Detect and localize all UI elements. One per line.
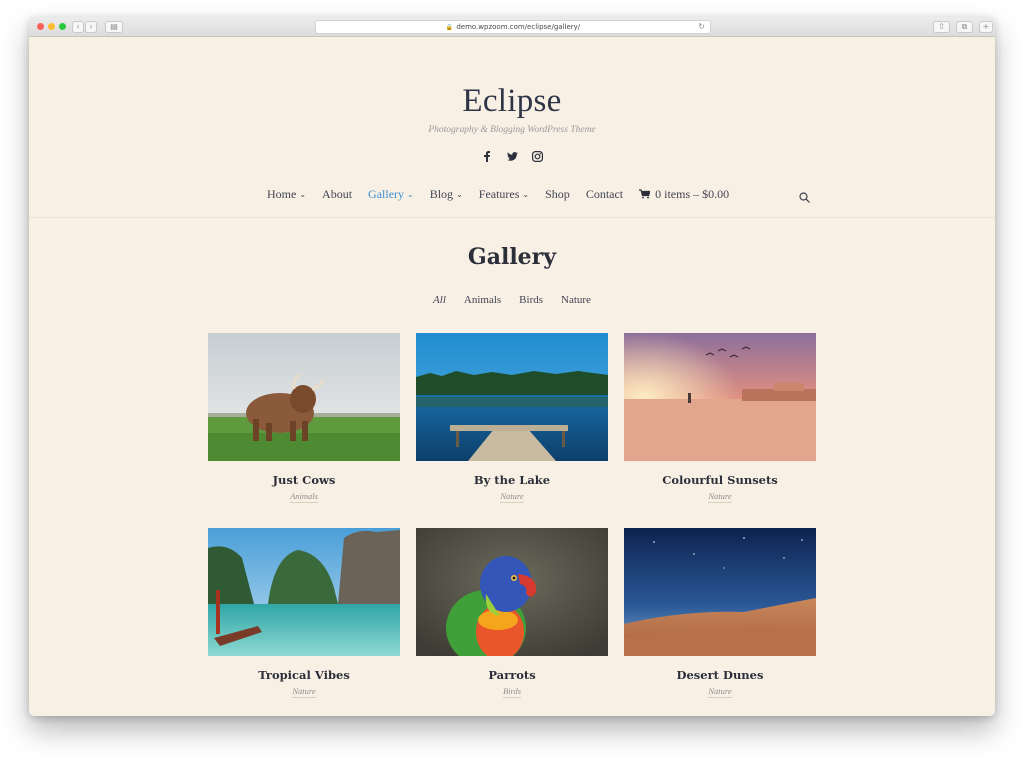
- browser-toolbar: ‹ › ▤ 🔒 demo.wpzoom.com/eclipse/gallery/…: [29, 17, 995, 37]
- category-link[interactable]: Nature: [708, 686, 732, 698]
- gallery-item-parrots[interactable]: Parrots Birds: [416, 528, 608, 698]
- gallery-item-title[interactable]: Tropical Vibes: [208, 668, 400, 682]
- gallery-thumbnail[interactable]: [208, 528, 400, 656]
- address-bar-url: demo.wpzoom.com/eclipse/gallery/: [456, 23, 581, 31]
- nav-item-label: Features: [478, 186, 520, 201]
- twitter-icon[interactable]: [506, 150, 518, 162]
- nav-item-blog[interactable]: Blog ⌄: [430, 187, 463, 202]
- close-window-button[interactable]: [37, 23, 44, 30]
- gallery-item-category[interactable]: Animals: [208, 491, 400, 503]
- search-icon[interactable]: [799, 188, 810, 203]
- main-nav: Home ⌄ About Gallery ⌄ Blog ⌄ Features ⌄ Sho…: [267, 186, 745, 202]
- filter-nature[interactable]: Nature: [561, 294, 591, 306]
- reload-icon[interactable]: ↻: [698, 22, 705, 31]
- gallery-thumbnail[interactable]: [624, 528, 816, 656]
- nav-item-features[interactable]: Features ⌄: [479, 187, 529, 202]
- gallery-item-category[interactable]: Nature: [624, 686, 816, 698]
- gallery-thumbnail[interactable]: [416, 528, 608, 656]
- chevron-down-icon: ⌄: [299, 189, 307, 199]
- gallery-item-category[interactable]: Nature: [624, 491, 816, 503]
- nav-item-label: Shop: [545, 186, 570, 201]
- nav-item-shop[interactable]: Shop: [545, 187, 570, 202]
- new-tab-button[interactable]: +: [979, 21, 993, 33]
- gallery-thumbnail[interactable]: [416, 333, 608, 461]
- category-link[interactable]: Animals: [290, 491, 318, 503]
- lock-icon: 🔒: [445, 23, 454, 31]
- gallery-item-title[interactable]: Parrots: [416, 668, 608, 682]
- gallery-item-just-cows[interactable]: Just Cows Animals: [208, 333, 400, 503]
- nav-item-label: Contact: [585, 186, 624, 201]
- filter-birds[interactable]: Birds: [519, 294, 543, 306]
- nav-item-label: Home: [267, 186, 297, 201]
- gallery-thumbnail[interactable]: [624, 333, 816, 461]
- gallery-item-category[interactable]: Nature: [208, 686, 400, 698]
- nav-item-home[interactable]: Home ⌄: [267, 187, 306, 202]
- chevron-down-icon: ⌄: [456, 189, 463, 199]
- tabs-overview-icon[interactable]: ⧉: [956, 21, 973, 33]
- sidebar-toggle-icon[interactable]: ▤: [105, 21, 123, 33]
- gallery-item-tropical-vibes[interactable]: Tropical Vibes Nature: [208, 528, 400, 698]
- chevron-down-icon: ⌄: [522, 189, 530, 199]
- instagram-icon[interactable]: [531, 150, 543, 162]
- chevron-down-icon: ⌄: [407, 189, 414, 199]
- filter-animals[interactable]: Animals: [464, 294, 501, 306]
- forward-button[interactable]: ›: [85, 21, 97, 33]
- gallery-item-title[interactable]: Desert Dunes: [624, 668, 816, 682]
- cart-link[interactable]: 0 items – $0.00: [639, 187, 729, 202]
- gallery-item-title[interactable]: By the Lake: [416, 473, 608, 487]
- gallery-item-category[interactable]: Birds: [416, 686, 608, 698]
- gallery-item-colourful-sunsets[interactable]: Colourful Sunsets Nature: [624, 333, 816, 503]
- share-icon[interactable]: ⇧: [933, 21, 950, 33]
- category-link[interactable]: Nature: [708, 491, 732, 503]
- nav-item-about[interactable]: About: [322, 187, 352, 202]
- gallery-item-title[interactable]: Colourful Sunsets: [624, 473, 816, 487]
- category-link[interactable]: Birds: [502, 686, 522, 698]
- nav-item-contact[interactable]: Contact: [586, 187, 623, 202]
- gallery-item-desert-dunes[interactable]: Desert Dunes Nature: [624, 528, 816, 698]
- gallery-item-by-the-lake[interactable]: By the Lake Nature: [416, 333, 608, 503]
- gallery-item-title[interactable]: Just Cows: [208, 473, 400, 487]
- gallery-filter: All Animals Birds Nature: [29, 294, 995, 306]
- header-divider: [29, 217, 995, 218]
- nav-item-label: Gallery: [368, 186, 405, 201]
- gallery-item-category[interactable]: Nature: [416, 491, 608, 503]
- minimize-window-button[interactable]: [48, 23, 55, 30]
- zoom-window-button[interactable]: [59, 23, 66, 30]
- category-link[interactable]: Nature: [292, 686, 316, 698]
- gallery-thumbnail[interactable]: [208, 333, 400, 461]
- site-tagline: Photography & Blogging WordPress Theme: [428, 125, 596, 135]
- nav-item-label: Blog: [429, 186, 454, 201]
- page-title: Gallery: [467, 244, 557, 270]
- site-title[interactable]: Eclipse: [29, 83, 995, 120]
- cart-summary: 0 items – $0.00: [655, 186, 730, 201]
- address-bar[interactable]: 🔒 demo.wpzoom.com/eclipse/gallery/ ↻: [315, 20, 711, 34]
- browser-window: ‹ › ▤ 🔒 demo.wpzoom.com/eclipse/gallery/…: [29, 17, 995, 716]
- cart-icon: [639, 189, 651, 199]
- nav-item-gallery[interactable]: Gallery ⌄: [368, 187, 414, 202]
- category-link[interactable]: Nature: [500, 491, 524, 503]
- facebook-icon[interactable]: [481, 150, 493, 162]
- filter-all[interactable]: All: [433, 294, 446, 306]
- back-button[interactable]: ‹: [72, 21, 84, 33]
- nav-item-label: About: [322, 186, 353, 201]
